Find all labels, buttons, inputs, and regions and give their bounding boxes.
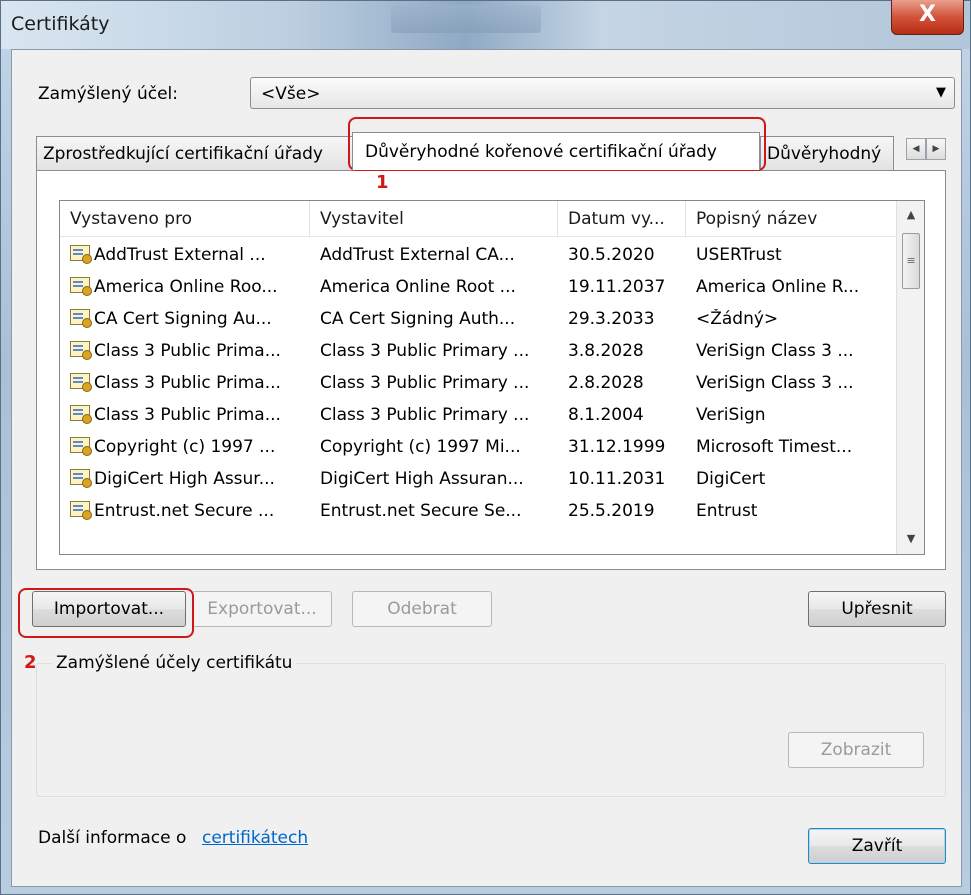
table-row[interactable]: AddTrust External ... AddTrust External …	[60, 239, 896, 271]
scroll-right-icon[interactable]: ▶	[926, 138, 946, 160]
view-button[interactable]: Zobrazit	[788, 732, 924, 768]
tab-trusted-root-ca[interactable]: Důvěryhodné kořenové certifikační úřady	[352, 132, 760, 170]
cell-issued-to: Class 3 Public Prima...	[94, 373, 281, 393]
list-scrollbar[interactable]: ▲ ≡ ▼	[896, 201, 924, 554]
table-row[interactable]: Entrust.net Secure ... Entrust.net Secur…	[60, 495, 896, 527]
window-title: Certifikáty	[11, 13, 110, 35]
cell-expiration: 31.12.1999	[568, 437, 666, 457]
cell-issuer: America Online Root ...	[320, 277, 516, 297]
cell-friendly-name: America Online R...	[696, 277, 860, 297]
table-row[interactable]: CA Cert Signing Au... CA Cert Signing Au…	[60, 303, 896, 335]
cell-friendly-name: Entrust	[696, 501, 758, 521]
cell-issued-to: Class 3 Public Prima...	[94, 405, 281, 425]
certificate-icon	[70, 277, 92, 296]
cell-issued-to: DigiCert High Assur...	[94, 469, 275, 489]
annotation-marker-2: 2	[24, 652, 37, 673]
close-button[interactable]: Zavřít	[808, 828, 946, 864]
column-friendly-name[interactable]: Popisný název	[686, 201, 896, 237]
certificates-link[interactable]: certifikátech	[202, 828, 308, 848]
footer-text: Další informace o	[38, 828, 187, 848]
list-header: Vystaveno pro Vystavitel Datum vy... Pop…	[60, 201, 896, 237]
cell-issuer: CA Cert Signing Auth...	[320, 309, 516, 329]
tab-label: Zprostředkující certifikační úřady	[43, 144, 323, 164]
cell-expiration: 2.8.2028	[568, 373, 644, 393]
advanced-button[interactable]: Upřesnit	[808, 591, 946, 627]
certificate-list[interactable]: Vystaveno pro Vystavitel Datum vy... Pop…	[59, 200, 925, 555]
certificates-window: Certifikáty X Zamýšlený účel: <Vše> ▼ Zp…	[0, 0, 971, 895]
background-search-box	[391, 5, 541, 33]
cell-issued-to: America Online Roo...	[94, 277, 278, 297]
scroll-up-icon[interactable]: ▲	[897, 203, 924, 227]
certificate-icon	[70, 341, 92, 360]
cell-issuer: Entrust.net Secure Se...	[320, 501, 522, 521]
cell-friendly-name: VeriSign Class 3 ...	[696, 373, 854, 393]
certificate-icon	[70, 469, 92, 488]
cell-issued-to: CA Cert Signing Au...	[94, 309, 272, 329]
certificate-icon	[70, 245, 92, 264]
cell-issued-to: AddTrust External ...	[94, 245, 266, 265]
column-issuer[interactable]: Vystavitel	[310, 201, 558, 237]
cell-issuer: Class 3 Public Primary ...	[320, 341, 530, 361]
cell-friendly-name: VeriSign Class 3 ...	[696, 341, 854, 361]
close-window-button[interactable]: X	[891, 0, 964, 35]
purpose-value: <Vše>	[261, 84, 321, 104]
tab-page: Vystaveno pro Vystavitel Datum vy... Pop…	[36, 170, 946, 570]
certificate-icon	[70, 309, 92, 328]
cell-issuer: Copyright (c) 1997 Mi...	[320, 437, 521, 457]
export-button[interactable]: Exportovat...	[192, 591, 332, 627]
cell-expiration: 29.3.2033	[568, 309, 655, 329]
annotation-marker-1: 1	[376, 172, 389, 193]
certificate-icon	[70, 501, 92, 520]
cell-expiration: 10.11.2031	[568, 469, 666, 489]
cell-issuer: DigiCert High Assuran...	[320, 469, 524, 489]
scroll-down-icon[interactable]: ▼	[897, 527, 924, 551]
table-row[interactable]: America Online Roo... America Online Roo…	[60, 271, 896, 303]
table-row[interactable]: Class 3 Public Prima... Class 3 Public P…	[60, 399, 896, 431]
certificate-icon	[70, 373, 92, 392]
cell-friendly-name: VeriSign	[696, 405, 766, 425]
cell-issuer: AddTrust External CA...	[320, 245, 515, 265]
table-row[interactable]: Copyright (c) 1997 ... Copyright (c) 199…	[60, 431, 896, 463]
cell-issued-to: Entrust.net Secure ...	[94, 501, 275, 521]
cell-expiration: 25.5.2019	[568, 501, 655, 521]
table-row[interactable]: Class 3 Public Prima... Class 3 Public P…	[60, 335, 896, 367]
table-row[interactable]: Class 3 Public Prima... Class 3 Public P…	[60, 367, 896, 399]
intended-purposes-group	[36, 663, 946, 797]
tab-trusted-publishers[interactable]: Důvěryhodný	[760, 136, 894, 170]
cell-friendly-name: Microsoft Timest...	[696, 437, 853, 457]
close-icon: X	[919, 2, 936, 27]
group-title: Zamýšlené účely certifikátu	[52, 653, 297, 673]
title-bar[interactable]: Certifikáty X	[1, 0, 970, 49]
certificate-icon	[70, 437, 92, 456]
cell-friendly-name: <Žádný>	[696, 309, 779, 329]
table-row[interactable]: DigiCert High Assur... DigiCert High Ass…	[60, 463, 896, 495]
cell-expiration: 30.5.2020	[568, 245, 655, 265]
cell-issued-to: Copyright (c) 1997 ...	[94, 437, 276, 457]
remove-button[interactable]: Odebrat	[352, 591, 492, 627]
cell-expiration: 8.1.2004	[568, 405, 644, 425]
dropdown-arrow-icon: ▼	[936, 85, 946, 100]
cell-issuer: Class 3 Public Primary ...	[320, 373, 530, 393]
column-expiration[interactable]: Datum vy...	[558, 201, 686, 237]
scroll-left-icon[interactable]: ◀	[906, 138, 926, 160]
cell-expiration: 19.11.2037	[568, 277, 666, 297]
annotation-box-2	[18, 588, 194, 638]
scroll-thumb[interactable]: ≡	[902, 233, 920, 289]
dialog-client-area: Zamýšlený účel: <Vše> ▼ Zprostředkující …	[11, 49, 962, 887]
column-issued-to[interactable]: Vystaveno pro	[60, 201, 310, 237]
cell-issued-to: Class 3 Public Prima...	[94, 341, 281, 361]
certificate-icon	[70, 405, 92, 424]
cell-issuer: Class 3 Public Primary ...	[320, 405, 530, 425]
purpose-label: Zamýšlený účel:	[38, 84, 178, 104]
tab-label: Důvěryhodný	[767, 144, 882, 164]
cell-expiration: 3.8.2028	[568, 341, 644, 361]
cell-friendly-name: DigiCert	[696, 469, 766, 489]
purpose-dropdown[interactable]: <Vše> ▼	[250, 77, 955, 109]
tab-intermediate-ca[interactable]: Zprostředkující certifikační úřady	[36, 136, 354, 170]
cell-friendly-name: USERTrust	[696, 245, 782, 265]
tab-label: Důvěryhodné kořenové certifikační úřady	[365, 142, 717, 162]
